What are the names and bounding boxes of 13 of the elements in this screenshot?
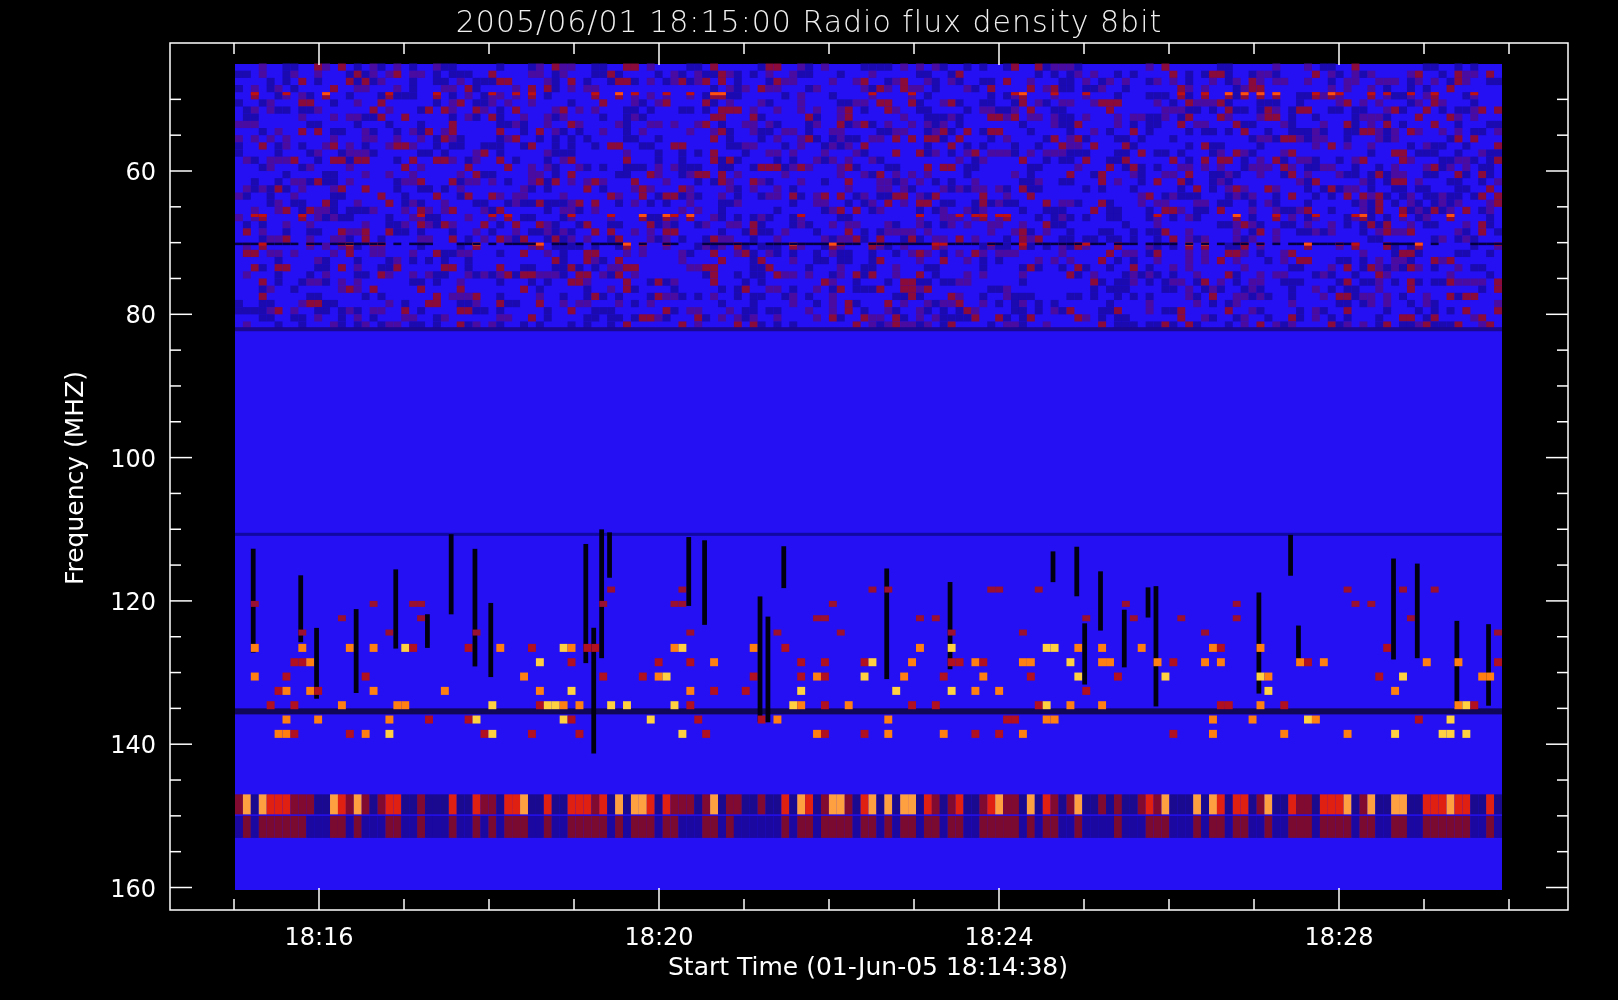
- y-tick-label: 80: [125, 301, 156, 330]
- x-axis-label: Start Time (01-Jun-05 18:14:38): [668, 952, 1068, 981]
- y-tick-label: 140: [110, 731, 156, 760]
- y-tick-label: 100: [110, 444, 156, 473]
- y-tick-label: 60: [125, 158, 156, 186]
- y-tick-label: 120: [110, 587, 156, 616]
- x-tick-label: 18:24: [964, 923, 1034, 951]
- y-tick-label: 160: [110, 874, 156, 903]
- y-axis-label: Frequency (MHZ): [60, 370, 89, 586]
- x-tick-label: 18:20: [624, 923, 694, 951]
- plot-title: 2005/06/01 18:15:00 Radio flux density 8bit: [455, 3, 1163, 39]
- x-tick-label: 18:28: [1304, 923, 1374, 951]
- x-tick-label: 18:16: [284, 923, 354, 951]
